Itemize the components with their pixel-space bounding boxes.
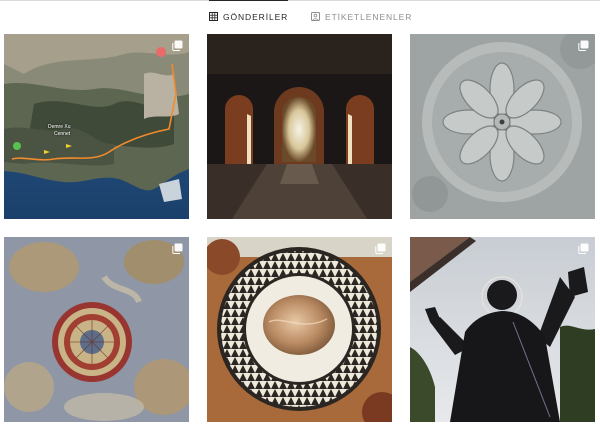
post-mosaic-floor[interactable]	[207, 237, 392, 422]
post-fresco-ceiling[interactable]	[4, 237, 189, 422]
map-place-label: Demre Xu	[48, 124, 71, 130]
post-stone-rosette[interactable]	[410, 34, 595, 219]
profile-posts-page: GÖNDERİLER ETİKETLENENLER Demre Xu Cenne…	[0, 0, 600, 429]
post-saint-statue[interactable]	[410, 237, 595, 422]
multiple-photos-icon	[172, 40, 183, 51]
mosaic-floor-image	[207, 237, 392, 422]
post-map-aerial[interactable]: Demre Xu Cennet	[4, 34, 189, 219]
fresco-ceiling-image	[4, 237, 189, 422]
multiple-photos-icon	[375, 243, 386, 254]
map-place-label: Cennet	[54, 131, 71, 137]
stone-rosette-image	[410, 34, 595, 219]
multiple-photos-icon	[172, 243, 183, 254]
multiple-photos-icon	[578, 243, 589, 254]
archway-image	[207, 34, 392, 219]
saint-statue-image	[410, 237, 595, 422]
multiple-photos-icon	[578, 40, 589, 51]
posts-grid: Demre Xu Cennet	[0, 0, 600, 429]
post-archway[interactable]	[207, 34, 392, 219]
map-aerial-image	[4, 34, 189, 219]
